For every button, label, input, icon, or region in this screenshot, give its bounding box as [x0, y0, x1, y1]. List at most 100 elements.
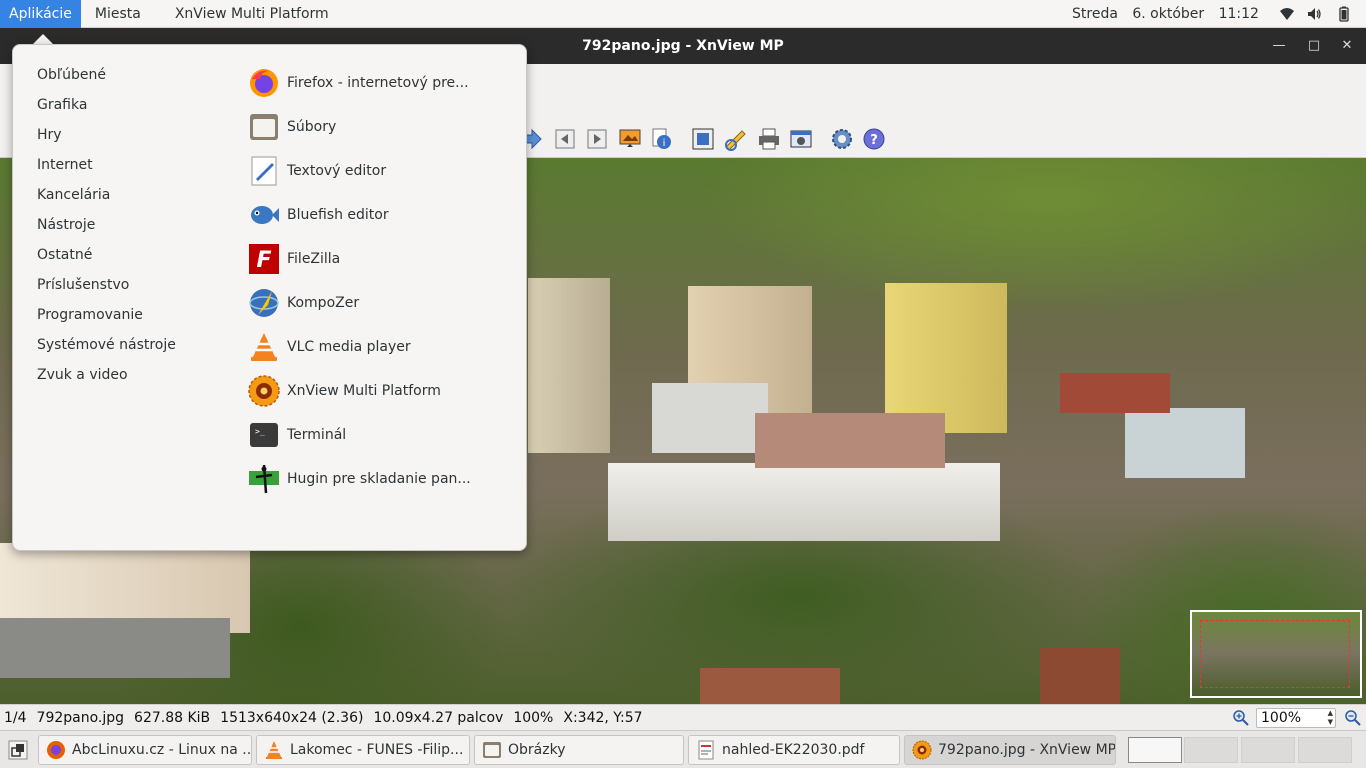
app-label: Hugin pre skladanie pan...	[287, 471, 471, 487]
task-label: Obrázky	[508, 742, 566, 758]
clock-date: 6. október	[1132, 6, 1205, 22]
app-item-filezilla[interactable]: F FileZilla	[248, 241, 340, 277]
building	[1125, 408, 1245, 478]
taskbar: AbcLinuxu.cz - Linux na ... Lakomec - FU…	[0, 730, 1366, 768]
category-system-tools[interactable]: Systémové nástroje	[37, 337, 176, 353]
svg-text:>_: >_	[255, 427, 265, 436]
battery-icon[interactable]	[1336, 6, 1352, 22]
app-item-xnview[interactable]: XnView Multi Platform	[248, 373, 441, 409]
files-icon	[483, 742, 501, 758]
category-accessories[interactable]: Príslušenstvo	[37, 277, 129, 293]
status-info: 1/4 792pano.jpg 627.88 KiB 1513x640x24 (2.3…	[0, 710, 649, 726]
kompozer-icon	[249, 289, 279, 317]
building	[608, 463, 1000, 541]
hugin-icon	[249, 464, 279, 494]
app-item-bluefish[interactable]: Bluefish editor	[248, 197, 389, 233]
clock[interactable]: Streda 6. október 11:12	[1072, 0, 1269, 28]
app-item-kompozer[interactable]: KompoZer	[248, 285, 359, 321]
app-item-firefox[interactable]: Firefox - internetový pre...	[248, 65, 469, 101]
workspace-4[interactable]	[1298, 737, 1352, 763]
slideshow-icon[interactable]	[618, 127, 642, 151]
info-icon[interactable]: i	[650, 127, 674, 151]
terminal-icon: >_	[250, 423, 278, 447]
firefox-icon	[250, 69, 278, 97]
building	[755, 413, 945, 468]
applications-menu: Obľúbené Grafika Hry Internet Kancelária…	[12, 44, 527, 551]
app-label: Bluefish editor	[287, 207, 389, 223]
building	[652, 383, 768, 453]
app-item-hugin[interactable]: Hugin pre skladanie pan...	[248, 461, 471, 497]
status-zoom-pct: 100%	[513, 709, 554, 726]
svg-text:F: F	[256, 248, 271, 273]
task-pdf[interactable]: nahled-EK22030.pdf	[688, 735, 900, 765]
task-label: AbcLinuxu.cz - Linux na ...	[72, 742, 252, 758]
first-page-icon[interactable]	[553, 127, 577, 151]
bluefish-icon	[251, 206, 279, 224]
network-wifi-icon[interactable]	[1279, 6, 1295, 22]
task-xnview[interactable]: 792pano.jpg - XnView MP	[904, 735, 1116, 765]
last-page-icon[interactable]	[585, 127, 609, 151]
app-item-text-editor[interactable]: Textový editor	[248, 153, 386, 189]
minimize-button[interactable]: —	[1270, 37, 1288, 55]
app-label: VLC media player	[287, 339, 411, 355]
app-label: Textový editor	[287, 163, 387, 179]
category-tools[interactable]: Nástroje	[37, 217, 95, 233]
category-other[interactable]: Ostatné	[37, 247, 92, 263]
category-internet[interactable]: Internet	[37, 157, 93, 173]
print-icon[interactable]	[757, 127, 781, 151]
edit-icon[interactable]	[724, 127, 748, 151]
category-games[interactable]: Hry	[37, 127, 62, 143]
volume-icon[interactable]	[1306, 6, 1322, 22]
task-files[interactable]: Obrázky	[474, 735, 684, 765]
menu-pointer	[33, 34, 53, 44]
category-office[interactable]: Kancelária	[37, 187, 110, 203]
category-graphics[interactable]: Grafika	[37, 97, 87, 113]
category-sound-video[interactable]: Zvuk a video	[37, 367, 128, 383]
navigator-thumbnail[interactable]	[1190, 610, 1362, 698]
files-icon	[250, 114, 278, 140]
status-dimensions: 1513x640x24 (2.36)	[220, 709, 364, 726]
building	[700, 668, 840, 704]
fullscreen-icon[interactable]	[691, 127, 715, 151]
places-menu-button[interactable]: Miesta	[87, 0, 149, 28]
clock-time: 11:12	[1218, 6, 1259, 22]
maximize-button[interactable]: □	[1305, 37, 1323, 55]
show-desktop-icon[interactable]	[8, 740, 28, 760]
status-bar: 1/4 792pano.jpg 627.88 KiB 1513x640x24 (2.3…	[0, 704, 1366, 730]
vlc-icon	[266, 741, 282, 759]
category-programming[interactable]: Programovanie	[37, 307, 143, 323]
vlc-icon	[251, 333, 277, 361]
workspace-1[interactable]	[1128, 737, 1182, 763]
building	[528, 278, 610, 453]
app-item-vlc[interactable]: VLC media player	[248, 329, 411, 365]
building	[0, 618, 230, 678]
task-vlc[interactable]: Lakomec - FUNES -Filip...	[256, 735, 470, 765]
app-label: Súbory	[287, 119, 337, 135]
category-favorites[interactable]: Obľúbené	[37, 67, 106, 83]
task-label: Lakomec - FUNES -Filip...	[290, 742, 464, 758]
close-button[interactable]: ✕	[1338, 37, 1356, 55]
workspace-2[interactable]	[1184, 737, 1238, 763]
app-label: FileZilla	[287, 251, 341, 267]
text-editor-icon	[251, 156, 277, 186]
building	[885, 283, 1007, 433]
zoom-input[interactable]: 100% ▲ ▼	[1256, 708, 1336, 728]
settings-icon[interactable]	[830, 127, 854, 151]
capture-icon[interactable]	[789, 127, 813, 151]
navigator-frame[interactable]	[1200, 620, 1350, 688]
task-firefox[interactable]: AbcLinuxu.cz - Linux na ...	[38, 735, 252, 765]
help-icon[interactable]: ?	[862, 127, 886, 151]
active-app-menu[interactable]: XnView Multi Platform	[167, 0, 337, 28]
building	[1060, 373, 1170, 413]
app-label: XnView Multi Platform	[287, 383, 441, 399]
status-print-size: 10.09x4.27 palcov	[373, 709, 504, 726]
app-label: KompoZer	[287, 295, 360, 311]
zoom-out-icon[interactable]	[1344, 709, 1362, 727]
applications-menu-button[interactable]: Aplikácie	[0, 0, 81, 28]
workspace-3[interactable]	[1241, 737, 1295, 763]
app-item-terminal[interactable]: >_ Terminál	[248, 417, 346, 453]
app-label: Terminál	[287, 427, 347, 443]
zoom-stepper[interactable]: ▲ ▼	[1328, 709, 1333, 727]
app-item-files[interactable]: Súbory	[248, 109, 336, 145]
zoom-in-icon[interactable]	[1232, 709, 1250, 727]
